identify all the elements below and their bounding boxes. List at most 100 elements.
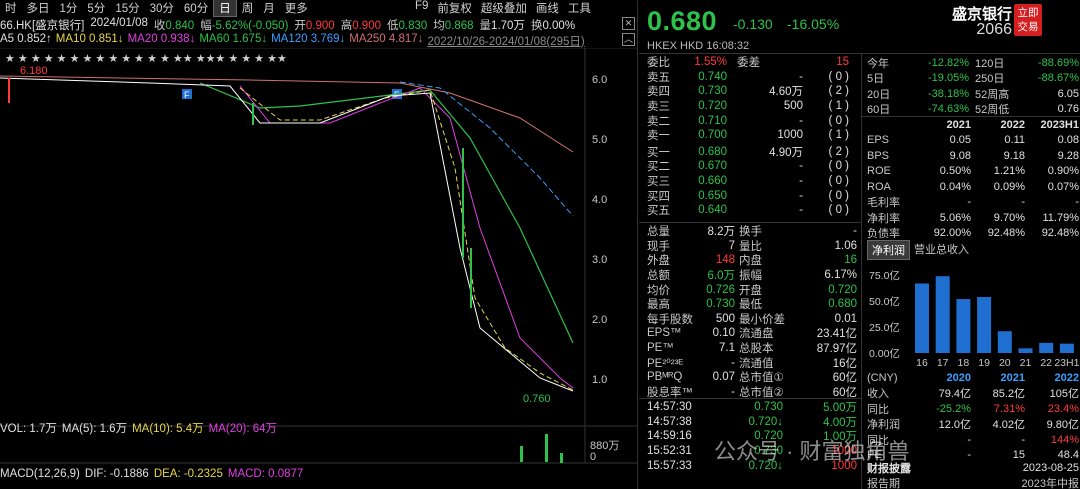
order-count: ( 0 ) bbox=[828, 204, 849, 217]
bar-category-label: 18 bbox=[958, 357, 970, 369]
trade-button[interactable]: 立即交易 bbox=[1014, 4, 1042, 36]
perf-row: 5日 -19.05% 250日 -88.67% bbox=[867, 72, 1079, 86]
order-volume: - bbox=[799, 114, 803, 127]
order-row[interactable]: 卖二 0.710 - ( 0 ) bbox=[647, 113, 857, 128]
chart-tab-0[interactable]: 净利润 bbox=[867, 240, 910, 260]
vol-label: VOL: 1.7万 bbox=[0, 423, 57, 435]
ma250-line bbox=[0, 75, 574, 153]
report-period: 2023年中报 bbox=[1021, 478, 1079, 489]
stats-table: 总量 8.2万 换手 - 现手 7 量比 1.06 外盘 148 内盘 16 总额 6.0万 振幅 6.17%… bbox=[647, 224, 857, 399]
order-count: ( 1 ) bbox=[828, 129, 849, 142]
profit-bar[interactable] bbox=[1039, 342, 1054, 353]
order-count: ( 1 ) bbox=[828, 100, 849, 113]
price-axis-tick: 3.0 bbox=[592, 254, 607, 266]
order-price: 0.640 bbox=[698, 204, 727, 217]
period-tab-10[interactable]: 更多 bbox=[280, 0, 313, 16]
period-tab-1[interactable]: 多日 bbox=[22, 0, 55, 16]
order-row[interactable]: 买一 0.680 4.90万 ( 2 ) bbox=[647, 145, 857, 160]
tool-0[interactable]: F9 bbox=[415, 0, 428, 16]
vol-value: 量1.70万 bbox=[479, 20, 525, 32]
order-row[interactable]: 卖一 0.700 1000 ( 1 ) bbox=[647, 128, 857, 143]
period-tab-4[interactable]: 15分 bbox=[110, 0, 144, 16]
profit-bar[interactable] bbox=[1059, 343, 1074, 353]
profit-bar[interactable] bbox=[956, 299, 971, 353]
tool-2[interactable]: 超级叠加 bbox=[481, 0, 527, 16]
bar-category-label: 17 bbox=[937, 357, 949, 369]
profit-bar[interactable] bbox=[977, 296, 992, 353]
order-row[interactable]: 买五 0.640 - ( 0 ) bbox=[647, 203, 857, 218]
vol-ma10-label: MA(10): 5.4万 bbox=[132, 423, 204, 435]
order-volume: - bbox=[799, 189, 803, 202]
stat-row: 股息率™ - 总市值② 60亿 bbox=[647, 385, 857, 399]
stat-row: EPS™ 0.10 流通盘 23.41亿 bbox=[647, 327, 857, 341]
order-count: ( 2 ) bbox=[828, 145, 849, 158]
profit-bar[interactable] bbox=[997, 331, 1012, 353]
price-axis-tick: 2.0 bbox=[592, 314, 607, 326]
bar-date: 2024/01/08 bbox=[90, 17, 148, 29]
stat-row: 外盘 148 内盘 16 bbox=[647, 254, 857, 268]
order-row[interactable]: 卖五 0.740 - ( 0 ) bbox=[647, 70, 857, 85]
order-row[interactable]: 买二 0.670 - ( 0 ) bbox=[647, 159, 857, 174]
period-tab-0[interactable]: 时 bbox=[0, 0, 22, 16]
bar-category-label: 16 bbox=[916, 357, 928, 369]
kline-chart-panel: 时多日 1分 5分 15分 30分 60分日周月更多 F9 前复权 超级叠加 画线 工具 66.H… bbox=[0, 0, 638, 489]
order-row[interactable]: 买四 0.650 - ( 0 ) bbox=[647, 188, 857, 203]
profit-bar-chart: 75.0亿 50.0亿 25.0亿 0.00亿 16 17 18 19 20 21 22 23H1 bbox=[869, 269, 1079, 369]
chart-tab-1[interactable]: 营业总收入 bbox=[910, 240, 973, 260]
order-count: ( 0 ) bbox=[828, 189, 849, 202]
close-value: 收0.840 bbox=[153, 20, 195, 32]
tool-3[interactable]: 画线 bbox=[536, 0, 559, 16]
price-change: -0.130 bbox=[733, 16, 773, 32]
vol-ma5-label: MA(5): 1.6万 bbox=[61, 423, 128, 435]
bar-category-label: 19 bbox=[978, 357, 990, 369]
order-row[interactable]: 卖四 0.730 4.60万 ( 2 ) bbox=[647, 84, 857, 99]
fin-row: ROA 0.04% 0.09% 0.07% bbox=[867, 180, 1079, 193]
perf-row: 今年 -12.82% 120日 -88.69% bbox=[867, 56, 1079, 70]
price-axis-tick: 1.0 bbox=[592, 374, 607, 386]
quote-time: 16:08:32 bbox=[706, 40, 750, 52]
order-volume: 500 bbox=[783, 100, 803, 113]
income-header: (CNY) 2020 2021 2022 bbox=[867, 371, 1079, 384]
profit-bar[interactable] bbox=[935, 276, 950, 353]
vol-indicator-row: VOL: 1.7万 MA(5): 1.6万 MA(10): 5.4万 MA(20… bbox=[0, 420, 277, 436]
order-row[interactable]: 卖三 0.720 500 ( 1 ) bbox=[647, 99, 857, 114]
tool-4[interactable]: 工具 bbox=[568, 0, 591, 16]
fin-row: BPS 9.08 9.18 9.28 bbox=[867, 149, 1079, 162]
period-tab-8[interactable]: 周 bbox=[237, 0, 259, 16]
quote-panel: 0.680 -0.130 -16.05% 盛京银行 2066 立即交易 HKEX… bbox=[639, 0, 1080, 489]
high-mark-label: 6.180 bbox=[20, 65, 48, 77]
order-book: 委比 1.55% 委差 15 卖五 0.740 - ( 0 ) 卖四 0.730 4.60万 ( 2 … bbox=[647, 55, 857, 218]
tool-1[interactable]: 前复权 bbox=[437, 0, 472, 16]
period-tab-7[interactable]: 日 bbox=[213, 0, 237, 17]
profit-bar[interactable] bbox=[1018, 348, 1033, 353]
stat-row: PE™ 7.1 总股本 87.97亿 bbox=[647, 342, 857, 356]
order-row[interactable]: 买三 0.660 - ( 0 ) bbox=[647, 174, 857, 189]
chart-toolbar: F9 前复权 超级叠加 画线 工具 bbox=[415, 0, 591, 16]
income-row: 净利润 12.0亿 4.02亿 9.80亿 bbox=[867, 419, 1079, 432]
period-tab-9[interactable]: 月 bbox=[258, 0, 280, 16]
bar-ytick: 75.0亿 bbox=[869, 269, 900, 282]
report-period-label: 报告期 bbox=[867, 478, 900, 489]
macd-dif: DIF: -0.1886 bbox=[84, 468, 149, 480]
close-icon[interactable]: ✕ bbox=[622, 17, 635, 30]
date-range[interactable]: 2022/10/26-2024/01/08(295日) bbox=[427, 33, 584, 48]
currency: HKD bbox=[680, 40, 704, 52]
ma-row: A5 0.852↑ MA10 0.851↓ MA20 0.938↓ MA60 1… bbox=[0, 33, 585, 48]
ma5-label: A5 0.852↑ bbox=[0, 33, 52, 45]
stat-row: 总量 8.2万 换手 - bbox=[647, 225, 857, 239]
period-tab-2[interactable]: 1分 bbox=[55, 0, 83, 16]
performance-table: 今年 -12.82% 120日 -88.69% 5日 -19.05% 250日 -88.67%… bbox=[867, 55, 1079, 117]
collapse-icon[interactable]: ︿ bbox=[622, 33, 635, 46]
order-volume: 4.60万 bbox=[769, 86, 803, 99]
period-tab-3[interactable]: 5分 bbox=[82, 0, 110, 16]
profit-bar[interactable] bbox=[915, 283, 929, 353]
stock-code: 66.HK[盛京银行] bbox=[0, 20, 85, 32]
order-price: 0.660 bbox=[698, 175, 727, 188]
ma120-line bbox=[399, 81, 574, 217]
tick-row: 14:57:38 0.720↓ 4.00万 bbox=[647, 415, 857, 429]
order-label: 卖二 bbox=[647, 115, 670, 128]
period-tab-5[interactable]: 30分 bbox=[145, 0, 179, 16]
order-count: ( 0 ) bbox=[828, 114, 849, 127]
order-price: 0.730 bbox=[698, 85, 727, 98]
period-tab-6[interactable]: 60分 bbox=[179, 0, 213, 16]
